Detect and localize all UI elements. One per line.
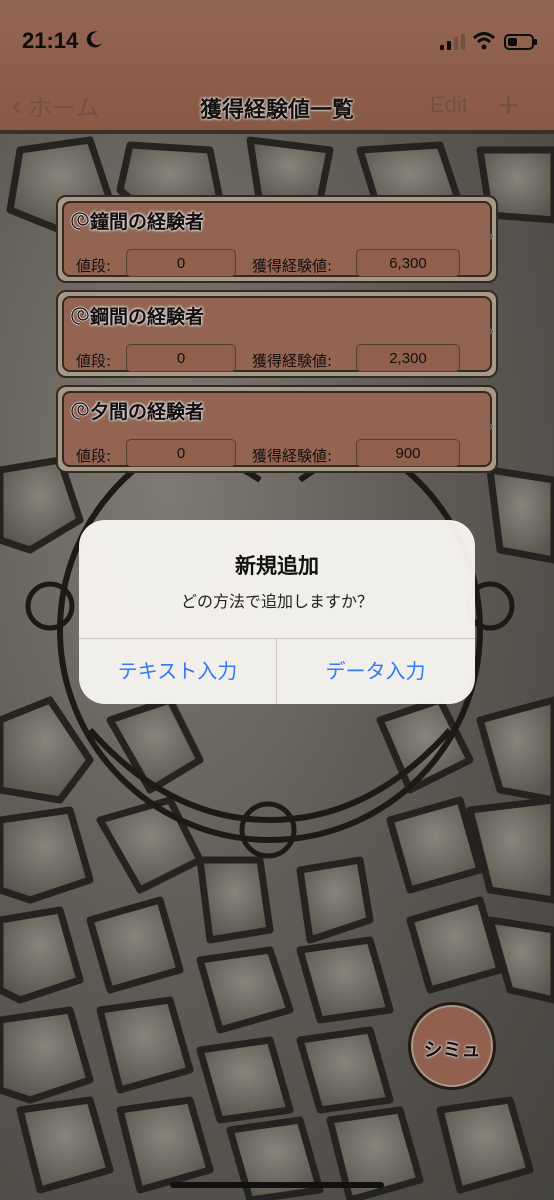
text-input-button[interactable]: テキスト入力: [79, 638, 276, 704]
new-item-alert: 新規追加 どの方法で追加しますか？ テキスト入力 データ入力: [79, 520, 475, 704]
data-input-button[interactable]: データ入力: [277, 638, 474, 704]
alert-title: 新規追加: [235, 554, 319, 578]
alert-message: どの方法で追加しますか？: [180, 592, 373, 611]
home-indicator[interactable]: [170, 1182, 384, 1188]
